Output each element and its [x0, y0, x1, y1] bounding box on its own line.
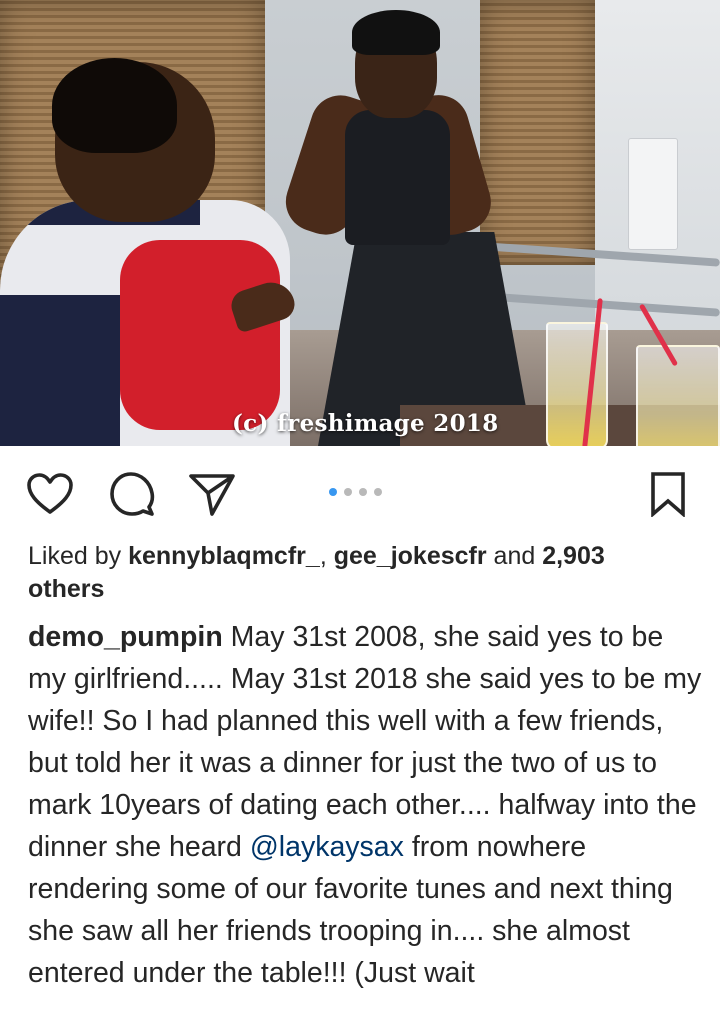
carousel-dot	[374, 488, 382, 496]
drink-glass	[636, 345, 720, 446]
carousel-dot	[359, 488, 367, 496]
window-blind	[480, 0, 595, 265]
caption-mention[interactable]: @laykaysax	[250, 831, 404, 863]
caption-username[interactable]: demo_pumpin	[28, 621, 223, 653]
likes-others[interactable]: others	[28, 575, 104, 603]
liker-username[interactable]: kennyblaqmcfr_	[128, 542, 320, 570]
likes-prefix: Liked by	[28, 542, 129, 570]
post-photo[interactable]: (c) freshimage 2018	[0, 0, 720, 446]
post-caption: demo_pumpin May 31st 2008, she said yes …	[28, 616, 704, 994]
save-button[interactable]	[644, 470, 692, 518]
heart-outline-icon	[27, 473, 73, 514]
carousel-dot	[329, 488, 337, 496]
likes-and: and	[486, 542, 543, 570]
bookmark-outline-icon	[651, 472, 685, 517]
share-button[interactable]	[188, 470, 236, 518]
carousel-indicator	[329, 488, 382, 496]
liker-username[interactable]: gee_jokescfr	[334, 542, 487, 570]
man-hair	[52, 58, 177, 153]
carousel-dot	[344, 488, 352, 496]
woman-dress-top	[345, 110, 450, 245]
comment-bubble-icon	[110, 472, 155, 516]
like-button[interactable]	[26, 470, 74, 518]
likes-summary: Liked by kennyblaqmcfr_, gee_jokescfr an…	[28, 540, 688, 606]
paper-plane-icon	[189, 474, 235, 516]
air-conditioner	[628, 138, 678, 250]
likes-separator: ,	[319, 542, 334, 570]
drink-glass	[546, 322, 608, 446]
comment-button[interactable]	[108, 470, 156, 518]
caption-text: May 31st 2008, she said yes to be my gir…	[28, 621, 702, 863]
likes-count[interactable]: 2,903	[542, 542, 605, 570]
woman-hair	[352, 10, 440, 55]
photo-watermark: (c) freshimage 2018	[232, 410, 499, 437]
